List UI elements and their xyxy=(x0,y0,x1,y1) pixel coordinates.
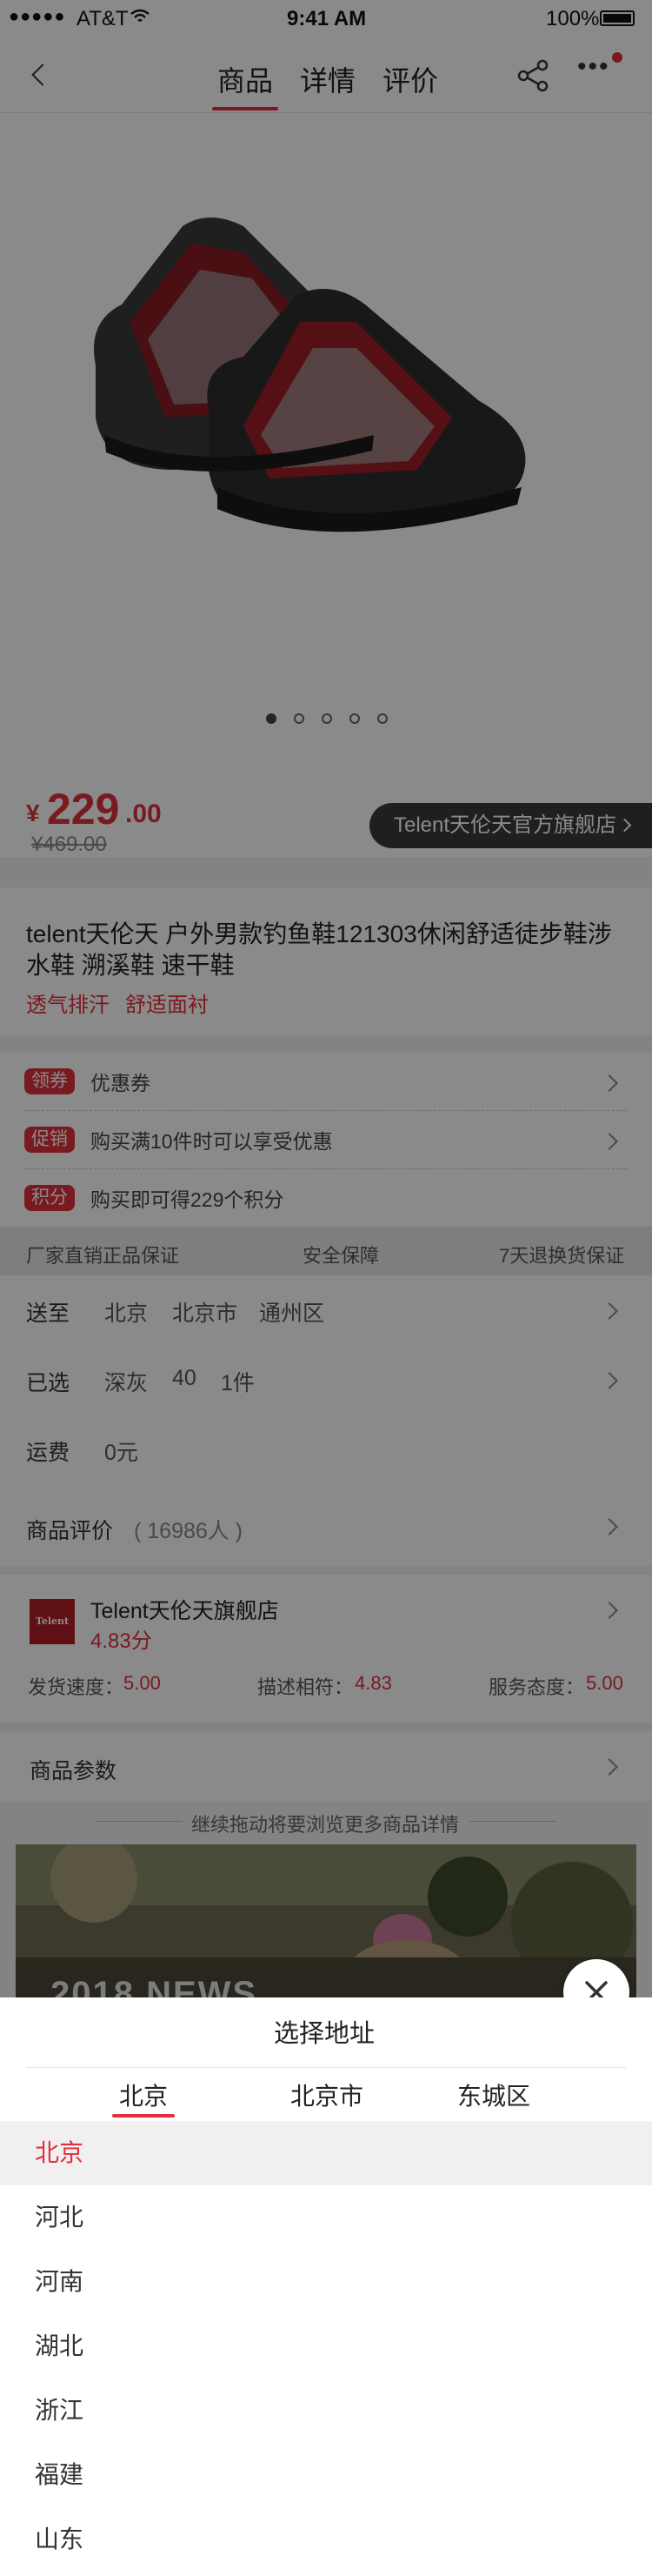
modal-overlay[interactable] xyxy=(0,0,652,1997)
region-option[interactable]: 浙江 xyxy=(0,2379,652,2443)
region-option[interactable]: 河南 xyxy=(0,2250,652,2314)
region-option[interactable]: 北京 xyxy=(0,2121,652,2185)
region-option[interactable]: 福建 xyxy=(0,2443,652,2507)
tab-district[interactable]: 东城区 xyxy=(457,2078,530,2112)
region-option[interactable]: 河北 xyxy=(0,2185,652,2250)
divider xyxy=(26,2067,626,2068)
tab-province[interactable]: 北京 xyxy=(111,2078,176,2118)
sheet-title: 选择地址 xyxy=(274,2020,376,2048)
tab-city[interactable]: 北京市 xyxy=(290,2078,363,2112)
region-option[interactable]: 山东 xyxy=(0,2507,652,2572)
address-sheet: 选择地址 北京 北京市 东城区 北京 河北 河南 湖北 浙江 福建 山东 xyxy=(0,1997,652,2576)
region-option[interactable]: 湖北 xyxy=(0,2314,652,2379)
